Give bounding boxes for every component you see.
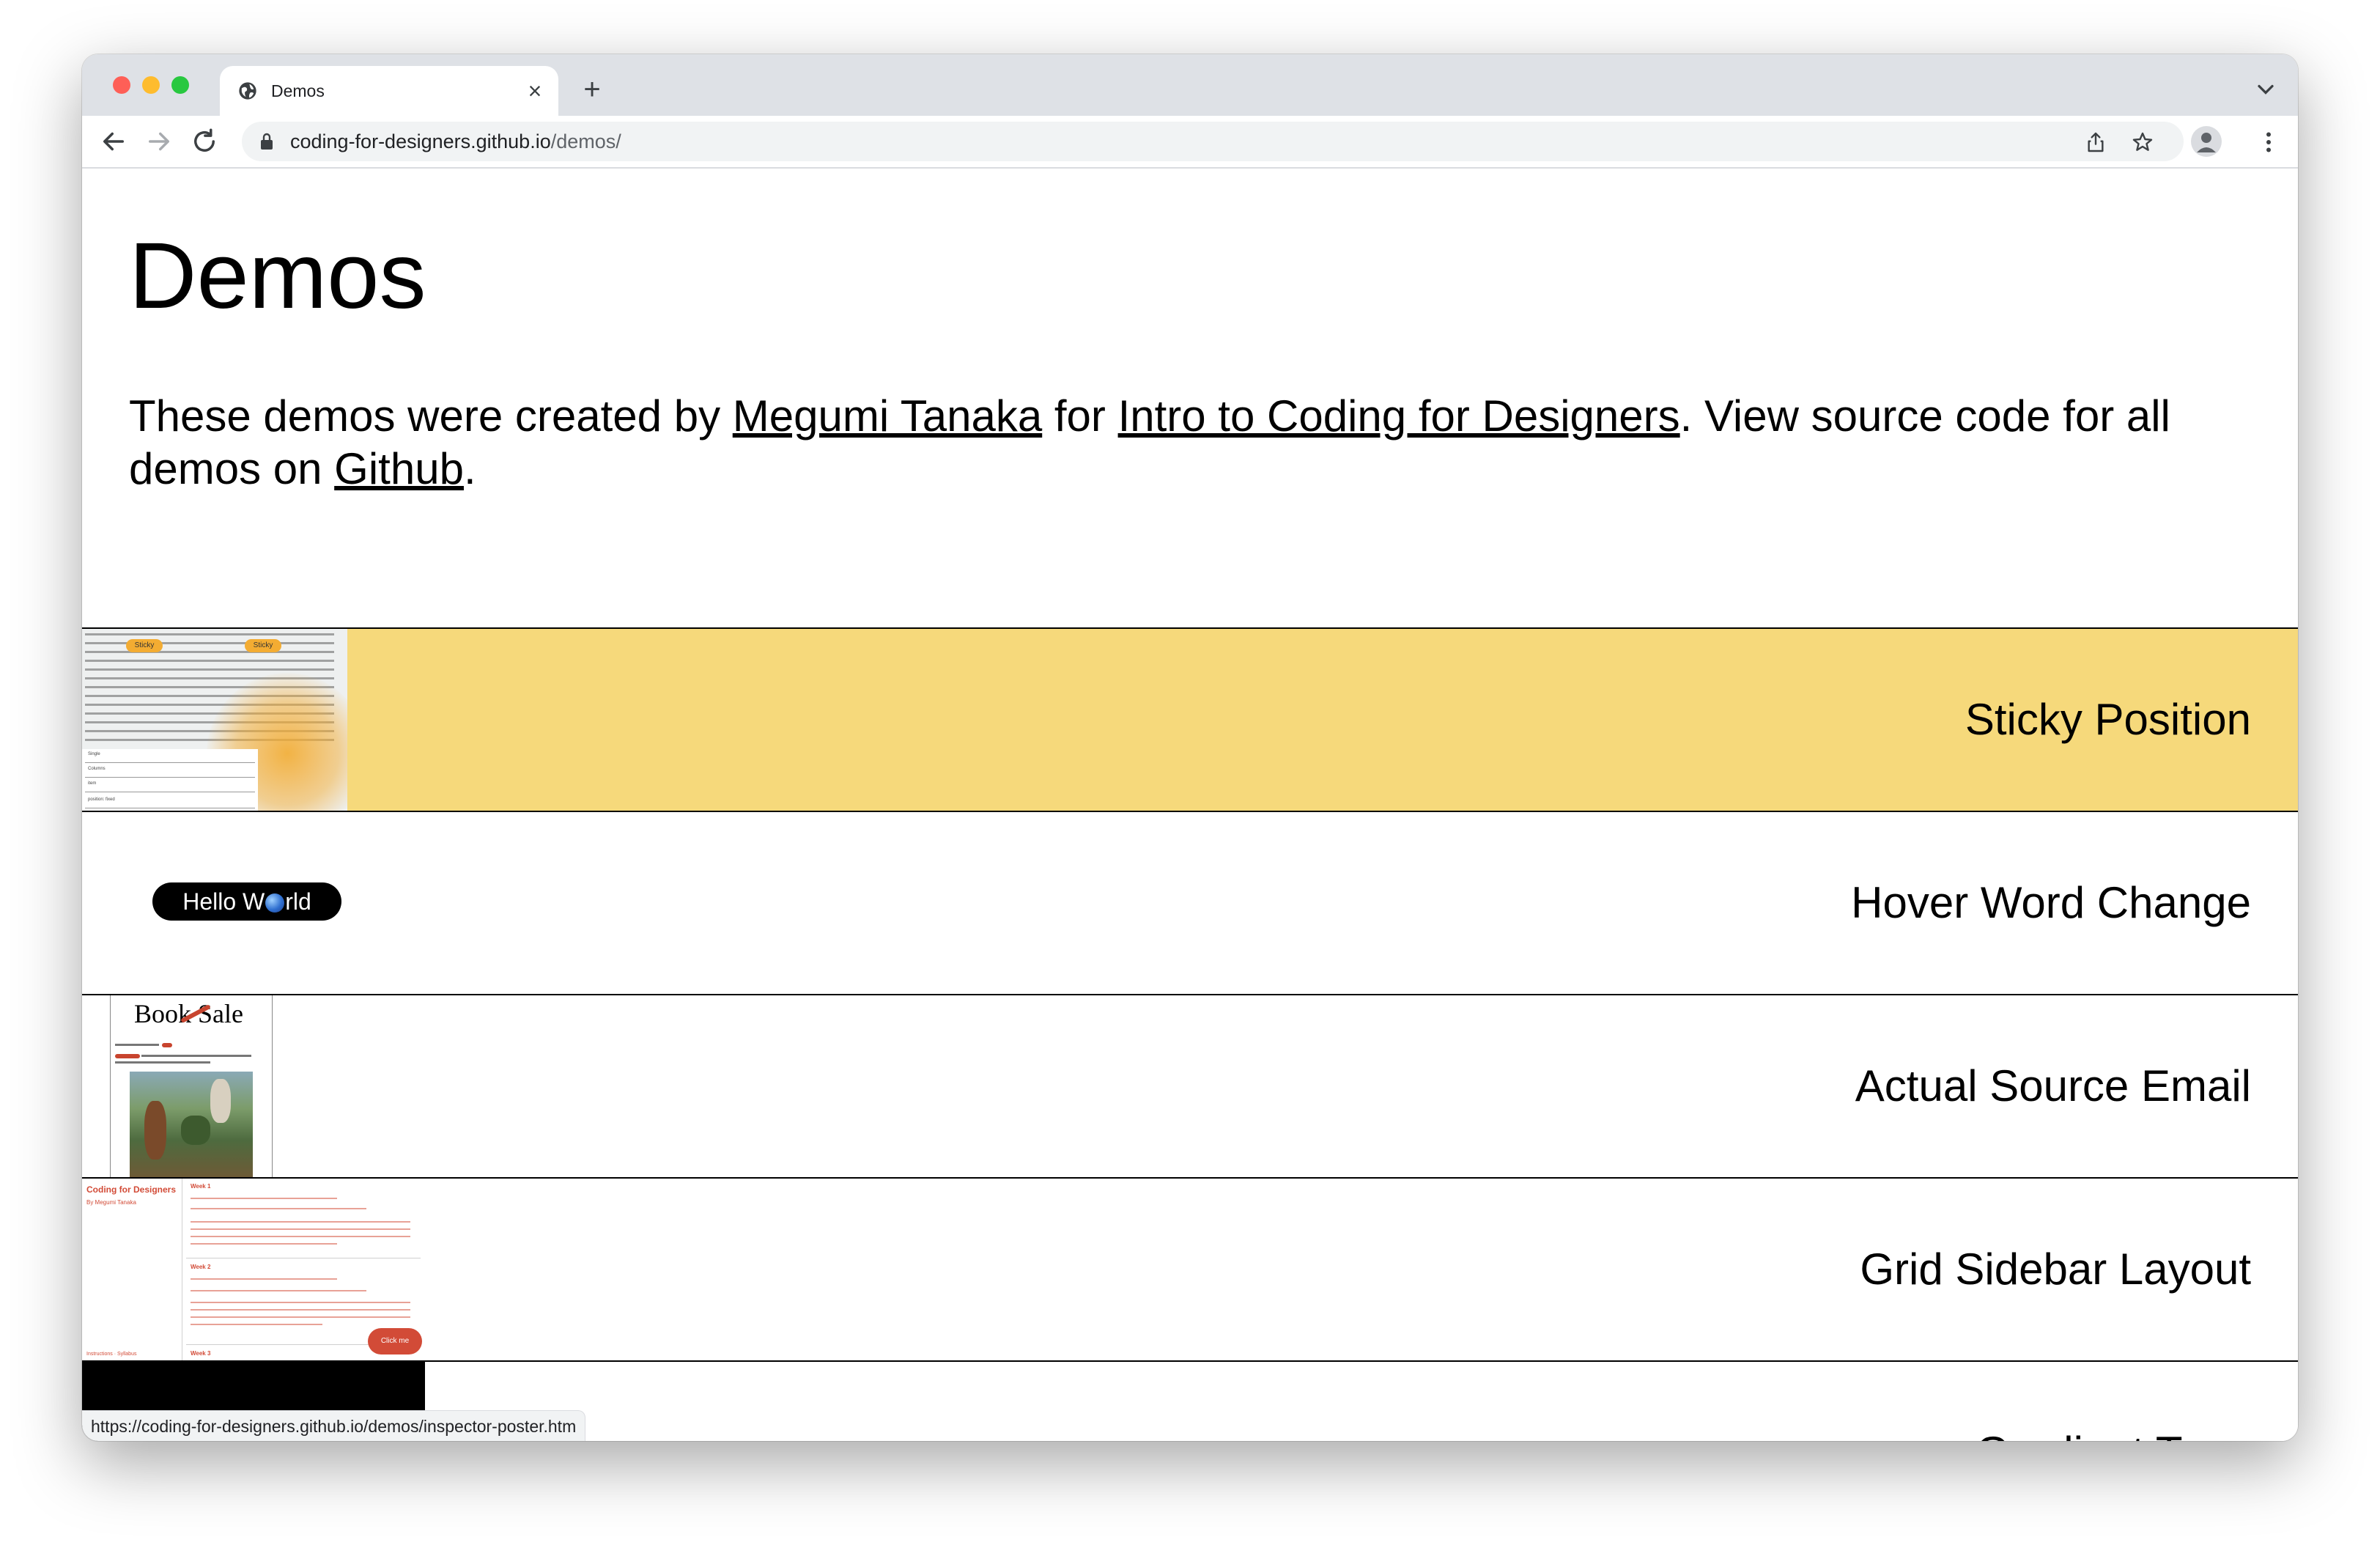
hello-world-pill: Hello W rld	[152, 882, 341, 921]
profile-avatar[interactable]	[2191, 126, 2222, 157]
book-sale-title: Book Sale	[134, 999, 243, 1028]
sticky-position-thumbnail: Sticky Sticky Single Columns item positi…	[82, 629, 347, 811]
reload-icon	[194, 128, 215, 152]
form-label: position: fixed	[88, 797, 115, 802]
form-label: Single	[88, 752, 100, 756]
tab-demos[interactable]: Demos ×	[220, 66, 558, 116]
form-field	[85, 777, 255, 778]
lock-icon[interactable]	[258, 132, 276, 151]
author-link[interactable]: Megumi Tanaka	[733, 391, 1042, 441]
text-line	[85, 651, 334, 653]
close-window-button[interactable]	[113, 76, 130, 94]
text-line	[85, 642, 334, 644]
tab-title: Demos	[271, 81, 325, 100]
sticky-badge: Sticky	[126, 639, 163, 652]
demo-label: Hover Word Change	[1851, 878, 2251, 927]
text-line	[191, 1208, 366, 1209]
demo-row-sticky-position[interactable]: Sticky Sticky Single Columns item positi…	[82, 627, 2298, 811]
form-label: item	[88, 781, 97, 786]
grid-sidebar-thumbnail: Coding for Designers By Megumi Tanaka We…	[82, 1179, 425, 1360]
zoom-window-button[interactable]	[171, 76, 189, 94]
intro-paragraph: These demos were created by Megumi Tanak…	[129, 390, 2254, 495]
minimize-window-button[interactable]	[142, 76, 160, 94]
demo-label: Grid Sidebar Layout	[1860, 1245, 2251, 1294]
forward-button[interactable]	[144, 126, 174, 157]
globe-icon	[265, 893, 285, 913]
demo-row-actual-source-email[interactable]: Book Sale Actual Source Email	[82, 994, 2298, 1177]
demo-label: Sticky Position	[1965, 695, 2251, 744]
page-content: Demos These demos were created by Megumi…	[82, 169, 2298, 1441]
status-bar-url: https://coding-for-designers.github.io/d…	[82, 1410, 586, 1441]
intro-text: .	[463, 444, 476, 493]
text-line	[191, 1236, 410, 1237]
text-line	[191, 1324, 322, 1325]
text-line	[85, 633, 334, 635]
address-bar[interactable]: coding-for-designers.github.io/demos/	[242, 122, 2184, 161]
sticky-form: Single Columns item position: fixed	[82, 749, 258, 811]
back-button[interactable]	[98, 126, 129, 157]
text-line	[191, 1290, 366, 1291]
form-field	[85, 762, 255, 763]
reload-button[interactable]	[189, 126, 220, 157]
demo-label: Gradient Type	[1976, 1362, 2251, 1441]
share-icon[interactable]	[2084, 130, 2107, 154]
person-icon	[2197, 133, 2216, 152]
highlight-mark	[115, 1054, 140, 1058]
github-link[interactable]: Github	[334, 444, 464, 493]
new-tab-icon[interactable]: +	[577, 75, 607, 104]
text-line	[191, 1243, 337, 1245]
demo-label: Actual Source Email	[1855, 1061, 2251, 1110]
page-title: Demos	[129, 224, 426, 328]
grid-footer: Instructions · Syllabus	[86, 1352, 137, 1357]
text-line	[115, 1044, 159, 1046]
grid-click-button: Click me	[368, 1328, 422, 1354]
close-tab-icon[interactable]: ×	[522, 78, 548, 104]
text-line	[191, 1228, 410, 1230]
hello-text: rld	[285, 888, 311, 915]
text-line	[191, 1221, 410, 1223]
text-line	[141, 1055, 251, 1057]
grid-week-heading: Week 1	[191, 1183, 211, 1190]
text-line	[85, 668, 334, 671]
text-line	[191, 1198, 337, 1199]
hello-text: Hello W	[182, 888, 265, 915]
figure-shape	[181, 1116, 210, 1145]
text-line	[115, 1061, 210, 1064]
text-line	[191, 1302, 410, 1303]
text-line	[191, 1316, 410, 1318]
intro-text: These demos were created by	[129, 391, 733, 441]
book-sale-thumbnail: Book Sale	[110, 995, 273, 1177]
highlight-mark	[162, 1043, 172, 1047]
figure-shape	[144, 1101, 166, 1160]
demo-row-grid-sidebar-layout[interactable]: Coding for Designers By Megumi Tanaka We…	[82, 1177, 2298, 1360]
arrow-left-icon	[103, 132, 124, 151]
text-line	[191, 1278, 337, 1280]
course-link[interactable]: Intro to Coding for Designers	[1118, 391, 1680, 441]
demo-row-hover-word-change[interactable]: Hello W rld Hover Word Change	[82, 811, 2298, 994]
globe-icon	[239, 82, 256, 100]
chevron-down-icon[interactable]	[2252, 76, 2279, 103]
grid-sidebar-subtitle: By Megumi Tanaka	[86, 1199, 136, 1206]
url-text[interactable]: coding-for-designers.github.io/demos/	[290, 129, 621, 154]
intro-text: for	[1042, 391, 1118, 441]
tab-strip: Demos × +	[82, 54, 2298, 116]
form-label: Columns	[88, 767, 106, 771]
arrow-right-icon	[149, 132, 169, 151]
url-path: /demos/	[550, 130, 621, 152]
url-host: coding-for-designers.github.io	[290, 130, 551, 152]
grid-week-heading: Week 2	[191, 1264, 211, 1270]
grid-week-heading: Week 3	[191, 1350, 211, 1357]
text-line	[191, 1309, 410, 1311]
painting-image	[130, 1072, 253, 1177]
text-line	[85, 660, 334, 662]
sticky-badge: Sticky	[245, 639, 281, 652]
browser-toolbar: coding-for-designers.github.io/demos/	[82, 116, 2298, 169]
grid-sidebar-title: Coding for Designers	[86, 1184, 177, 1195]
star-icon[interactable]	[2131, 130, 2154, 154]
browser-window: Demos × + coding-for-designers.github.io…	[82, 54, 2298, 1441]
figure-shape	[210, 1079, 231, 1123]
more-vert-icon[interactable]	[2255, 128, 2282, 157]
